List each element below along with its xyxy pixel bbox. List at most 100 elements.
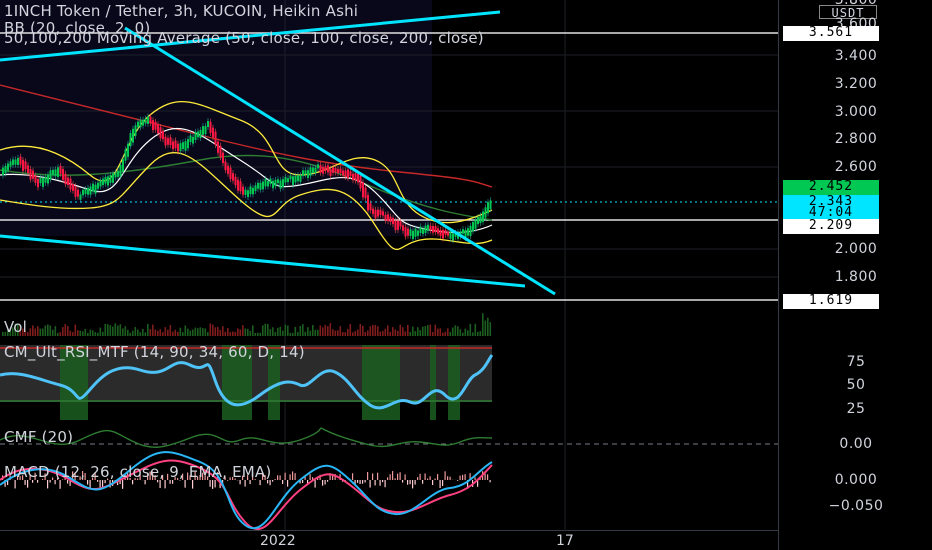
- candle: [469, 225, 472, 237]
- macd-hist-bar: [289, 474, 291, 480]
- candle: [447, 231, 449, 236]
- candle: [212, 127, 214, 138]
- volume-bar: [34, 328, 37, 336]
- candle: [114, 172, 117, 178]
- macd-hist-bar: [422, 480, 424, 484]
- macd-hist-bar: [402, 480, 404, 483]
- volume-bar: [212, 324, 214, 336]
- chart-area[interactable]: 1INCH Token / Tether, 3h, KUCOIN, Heikin…: [0, 0, 778, 530]
- rsi-legend[interactable]: CM_Ult_RSI_MTF (14, 90, 34, 60, D, 14): [4, 343, 305, 361]
- candle: [214, 131, 217, 146]
- volume-bar: [419, 330, 422, 336]
- volume-bar: [164, 327, 167, 336]
- candle: [479, 215, 482, 224]
- price-scale[interactable]: USDT 3.800 3.600 3.400 3.200 3.000 2.800…: [778, 0, 932, 550]
- candle: [379, 209, 382, 215]
- candle: [189, 135, 192, 143]
- candle: [387, 214, 389, 222]
- candle: [24, 161, 27, 170]
- macd-hist-bar: [419, 473, 421, 480]
- price-tick: 2.800: [834, 131, 878, 147]
- candle: [484, 207, 487, 218]
- volume-bar: [364, 332, 367, 336]
- volume-bar: [422, 326, 424, 336]
- macd-hist-bar: [287, 480, 289, 487]
- candle: [174, 140, 177, 149]
- macd-hist-bar: [367, 472, 369, 480]
- volume-bar: [354, 331, 357, 336]
- time-axis[interactable]: 2022 17: [0, 530, 778, 550]
- candle: [259, 182, 262, 190]
- macd-hist-bar: [359, 480, 361, 484]
- candle: [249, 186, 252, 195]
- candle: [267, 181, 269, 187]
- macd-hist-bar: [389, 474, 391, 480]
- vol-legend[interactable]: Vol: [4, 318, 27, 336]
- macd-hist-bar: [394, 478, 396, 480]
- candle: [279, 180, 282, 189]
- candle: [284, 176, 287, 183]
- volume-bar: [199, 327, 202, 336]
- macd-hist-bar: [362, 480, 364, 484]
- volume-bar: [307, 327, 309, 336]
- candle: [177, 143, 179, 152]
- lower-trendline[interactable]: [0, 234, 526, 288]
- macd-hist-bar: [412, 480, 414, 489]
- macd-hist-bar: [429, 476, 431, 480]
- volume-bar: [447, 328, 449, 336]
- volume-bar: [404, 331, 407, 336]
- macd-hist-bar: [102, 480, 104, 488]
- volume-bar: [402, 327, 404, 336]
- candle: [404, 227, 407, 237]
- volume-bar: [237, 328, 239, 336]
- candle: [9, 161, 12, 167]
- macd-hist-bar: [484, 473, 486, 480]
- ma-legend[interactable]: 50,100,200 Moving Average (50, close, 10…: [4, 29, 484, 47]
- volume-bar: [29, 328, 32, 336]
- volume-bar: [142, 328, 144, 336]
- candle: [64, 173, 67, 185]
- candle: [227, 165, 229, 174]
- macd-hist-bar: [409, 480, 411, 485]
- time-label-17: 17: [556, 533, 574, 549]
- candle: [194, 131, 197, 140]
- candle: [394, 220, 397, 231]
- candle: [244, 189, 247, 195]
- candle: [384, 214, 387, 221]
- candle: [442, 229, 444, 239]
- volume-bar: [444, 331, 447, 336]
- volume-bar: [127, 329, 129, 336]
- macd-hist-bar: [442, 480, 444, 486]
- candle: [127, 143, 129, 157]
- candle: [57, 167, 59, 177]
- macd-hist-bar: [459, 475, 461, 480]
- macd-hist-bar: [382, 480, 384, 483]
- volume-bar: [294, 326, 297, 336]
- chart-canvas[interactable]: [0, 0, 778, 530]
- volume-bar: [114, 323, 117, 336]
- volume-bar: [189, 330, 192, 336]
- macd-legend[interactable]: MACD (12, 26, close, 9, EMA, EMA): [4, 463, 271, 481]
- price-tick: 2.000: [834, 241, 878, 257]
- macd-hist-bar: [294, 473, 296, 480]
- candle: [362, 182, 364, 198]
- candle: [94, 184, 97, 194]
- macd-hist-bar: [407, 480, 409, 485]
- candle: [132, 128, 134, 143]
- volume-bar: [202, 328, 204, 336]
- volume-bar: [377, 326, 379, 336]
- candle: [69, 178, 72, 190]
- candle: [287, 178, 289, 182]
- cmf-legend[interactable]: CMF (20): [4, 428, 73, 446]
- candle: [372, 208, 374, 214]
- candle: [302, 170, 304, 176]
- macd-hist-bar: [487, 474, 489, 480]
- volume-bar: [222, 326, 224, 336]
- candle: [229, 167, 232, 180]
- volume-bar: [132, 330, 134, 336]
- candle: [47, 174, 49, 184]
- candle: [52, 169, 54, 175]
- volume-bar: [397, 330, 399, 336]
- candle: [124, 149, 127, 161]
- volume-bar: [214, 327, 217, 336]
